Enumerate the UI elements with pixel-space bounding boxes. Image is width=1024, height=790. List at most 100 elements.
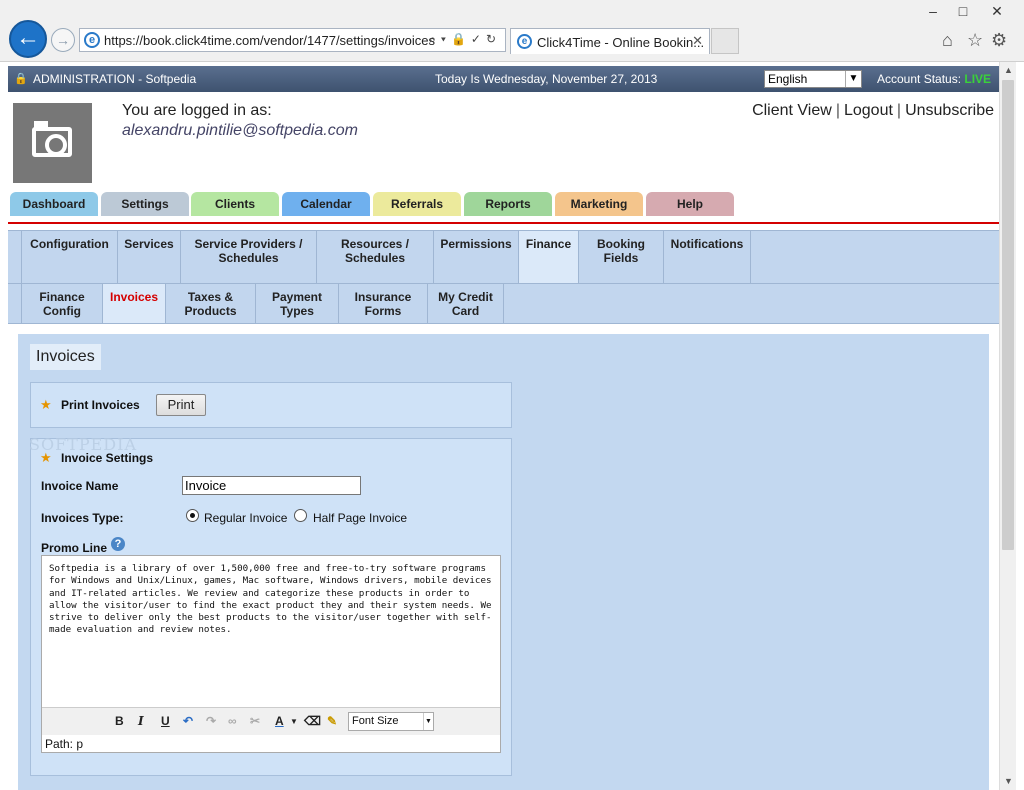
- close-icon[interactable]: ✕: [980, 0, 1014, 22]
- finance-subtabs: Finance Config Invoices Taxes & Products…: [8, 284, 999, 324]
- underline-icon[interactable]: U: [161, 714, 170, 728]
- account-status-value: LIVE: [964, 72, 992, 86]
- browser-chrome: – □ ✕ ← → e https://book.click4time.com/…: [0, 0, 1024, 62]
- tab-settings[interactable]: Settings: [101, 192, 189, 216]
- account-status-label: Account Status:: [877, 72, 962, 86]
- camera-icon: [32, 127, 72, 157]
- maximize-icon[interactable]: □: [948, 0, 978, 22]
- ie-icon: e: [517, 34, 532, 49]
- scroll-down-icon[interactable]: ▼: [1000, 773, 1017, 790]
- subtab-booking-fields[interactable]: Booking Fields: [579, 231, 664, 283]
- print-button[interactable]: Print: [156, 394, 206, 416]
- scroll-up-icon[interactable]: ▲: [1000, 62, 1017, 79]
- subtab-services[interactable]: Services: [118, 231, 181, 283]
- chevron-down-icon[interactable]: ▼: [290, 717, 298, 726]
- home-icon[interactable]: ⌂: [942, 30, 953, 51]
- minimize-icon[interactable]: –: [918, 0, 948, 22]
- main-tabs: Dashboard Settings Clients Calendar Refe…: [8, 192, 999, 216]
- client-view-link[interactable]: Client View: [752, 102, 832, 119]
- ie-icon: e: [84, 32, 100, 48]
- star-icon: ★: [40, 450, 52, 465]
- brush-icon[interactable]: ✎: [327, 714, 337, 728]
- vertical-scrollbar[interactable]: ▲ ▼: [999, 62, 1016, 790]
- promo-line-label: Promo Line: [41, 541, 108, 555]
- invoice-name-label: Invoice Name: [41, 479, 119, 493]
- content-panel: Invoices ★ Print Invoices Print SOFTPEDI…: [18, 334, 989, 790]
- print-invoices-label: Print Invoices: [61, 398, 140, 412]
- subtab-permissions[interactable]: Permissions: [434, 231, 519, 283]
- italic-icon[interactable]: I: [138, 714, 144, 728]
- settings-gear-icon[interactable]: ⚙: [991, 30, 1007, 51]
- regular-invoice-radio[interactable]: [186, 509, 199, 522]
- forward-button[interactable]: →: [51, 28, 75, 52]
- invoice-settings-label: Invoice Settings: [61, 451, 154, 465]
- subtab-service-providers[interactable]: Service Providers / Schedules: [181, 231, 317, 283]
- redo-icon[interactable]: ↷: [206, 714, 216, 728]
- web-page: 🔒 ADMINISTRATION - Softpedia Today Is We…: [8, 62, 999, 790]
- favorites-icon[interactable]: ☆: [967, 30, 983, 51]
- settings-subtabs: Configuration Services Service Providers…: [8, 230, 999, 284]
- chevron-down-icon[interactable]: ▼: [423, 713, 433, 730]
- tab-title: Click4Time - Online Bookin...: [537, 35, 705, 50]
- half-page-invoice-radio[interactable]: [294, 509, 307, 522]
- subtab-payment-types[interactable]: Payment Types: [256, 284, 339, 323]
- language-select[interactable]: English ▼: [764, 70, 862, 88]
- invoice-settings-section: SOFTPEDIA ★ Invoice Settings Invoice Nam…: [29, 435, 512, 776]
- tab-calendar[interactable]: Calendar: [282, 192, 370, 216]
- account-status: Account Status: LIVE: [877, 72, 991, 86]
- eraser-icon[interactable]: ⌫: [304, 714, 321, 728]
- subtab-configuration[interactable]: Configuration: [22, 231, 118, 283]
- language-value: English: [768, 72, 808, 86]
- print-invoices-section: ★ Print Invoices Print: [30, 382, 512, 428]
- tab-clients[interactable]: Clients: [191, 192, 279, 216]
- tab-close-icon[interactable]: ✕: [692, 33, 703, 49]
- back-button[interactable]: ←: [9, 20, 47, 58]
- page-title: Invoices: [30, 344, 101, 370]
- help-icon[interactable]: ?: [111, 537, 125, 551]
- address-bar-icons[interactable]: ⌕▾🔒✓↻: [429, 32, 501, 47]
- subtab-finance-config[interactable]: Finance Config: [22, 284, 103, 323]
- logged-in-label: You are logged in as:: [122, 102, 272, 119]
- bold-icon[interactable]: B: [115, 714, 124, 728]
- company-logo: [13, 103, 92, 183]
- subtab-spacer: [8, 284, 22, 323]
- unlink-icon[interactable]: ✂: [250, 714, 260, 728]
- subtab-notifications[interactable]: Notifications: [664, 231, 751, 283]
- subtab-resources[interactable]: Resources / Schedules: [317, 231, 434, 283]
- editor-toolbar: B I U ↶ ↷ ∞ ✂ A ▼ ⌫ ✎ Font Size ▼: [42, 707, 500, 735]
- font-size-select[interactable]: Font Size ▼: [348, 712, 434, 731]
- subtab-insurance-forms[interactable]: Insurance Forms: [339, 284, 428, 323]
- promo-line-editor[interactable]: Softpedia is a library of over 1,500,000…: [41, 555, 501, 753]
- subtab-finance[interactable]: Finance: [519, 231, 579, 283]
- editor-path: Path: p: [45, 737, 84, 751]
- top-links: Client View | Logout | Unsubscribe: [752, 102, 994, 119]
- scroll-thumb[interactable]: [1002, 80, 1014, 550]
- new-tab-button[interactable]: [711, 28, 739, 54]
- chevron-down-icon[interactable]: ▼: [845, 71, 861, 87]
- invoice-name-input[interactable]: Invoice: [182, 476, 361, 495]
- tab-help[interactable]: Help: [646, 192, 734, 216]
- font-size-label: Font Size: [352, 715, 399, 727]
- admin-date: Today Is Wednesday, November 27, 2013: [435, 72, 658, 86]
- undo-icon[interactable]: ↶: [183, 714, 193, 728]
- lock-icon: 🔒: [14, 73, 28, 85]
- tab-reports[interactable]: Reports: [464, 192, 552, 216]
- subtab-my-credit-card[interactable]: My Credit Card: [428, 284, 504, 323]
- logout-link[interactable]: Logout: [844, 102, 893, 119]
- font-color-icon[interactable]: A: [275, 714, 284, 728]
- subtab-taxes-products[interactable]: Taxes & Products: [166, 284, 256, 323]
- tab-referrals[interactable]: Referrals: [373, 192, 461, 216]
- url-text[interactable]: https://book.click4time.com/vendor/1477/…: [104, 33, 435, 48]
- link-icon[interactable]: ∞: [228, 714, 237, 728]
- subtab-spacer: [8, 231, 22, 283]
- tab-dashboard[interactable]: Dashboard: [10, 192, 98, 216]
- tab-marketing[interactable]: Marketing: [555, 192, 643, 216]
- active-tab-indicator: [8, 222, 999, 224]
- half-page-invoice-label: Half Page Invoice: [313, 511, 408, 525]
- promo-line-text[interactable]: Softpedia is a library of over 1,500,000…: [49, 563, 495, 637]
- unsubscribe-link[interactable]: Unsubscribe: [905, 102, 994, 119]
- address-bar[interactable]: e https://book.click4time.com/vendor/147…: [79, 28, 506, 52]
- subtab-invoices[interactable]: Invoices: [103, 284, 166, 323]
- user-email: alexandru.pintilie@softpedia.com: [122, 122, 358, 139]
- browser-tab[interactable]: e Click4Time - Online Bookin... ✕: [510, 28, 710, 54]
